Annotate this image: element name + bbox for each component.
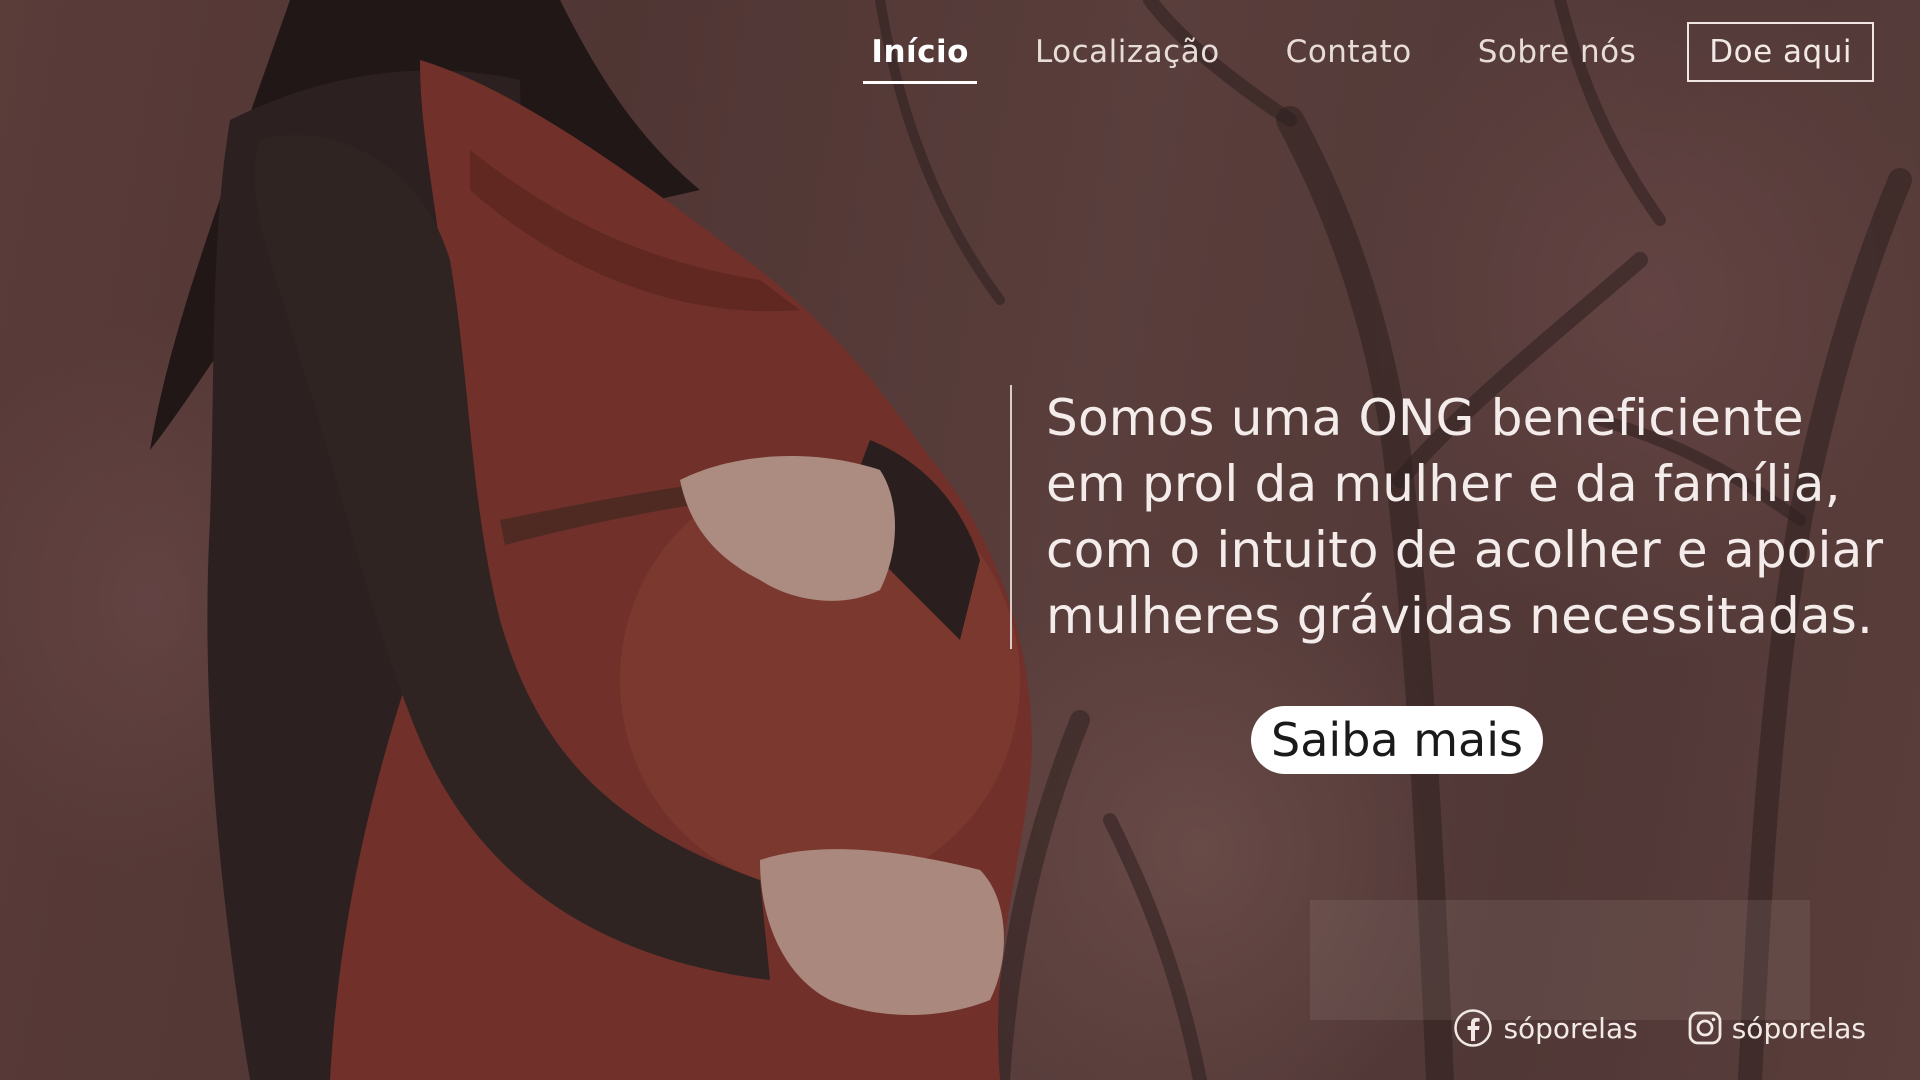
- instagram-icon: [1688, 1011, 1722, 1045]
- hero-statement: Somos uma ONG beneficiente em prol da mu…: [1010, 385, 1883, 649]
- nav-item-inicio[interactable]: Início: [863, 24, 977, 84]
- instagram-handle: sóporelas: [1731, 1011, 1866, 1045]
- facebook-handle: sóporelas: [1503, 1011, 1638, 1045]
- nav-item-contato[interactable]: Contato: [1278, 24, 1420, 80]
- main-navigation: Início Localização Contato Sobre nós Doe…: [838, 22, 1874, 84]
- nav-item-localizacao[interactable]: Localização: [1027, 24, 1228, 80]
- nav-item-sobre-nos[interactable]: Sobre nós: [1470, 24, 1645, 80]
- instagram-link[interactable]: sóporelas: [1688, 1011, 1866, 1045]
- facebook-link[interactable]: sóporelas: [1453, 1008, 1638, 1048]
- facebook-icon: [1453, 1008, 1493, 1048]
- donate-button[interactable]: Doe aqui: [1687, 22, 1874, 82]
- landing-page: Início Localização Contato Sobre nós Doe…: [0, 0, 1920, 1080]
- hero-text: Somos uma ONG beneficiente em prol da mu…: [1046, 389, 1884, 645]
- learn-more-button[interactable]: Saiba mais: [1251, 706, 1543, 774]
- social-links: sóporelas sóporelas: [1453, 1008, 1866, 1048]
